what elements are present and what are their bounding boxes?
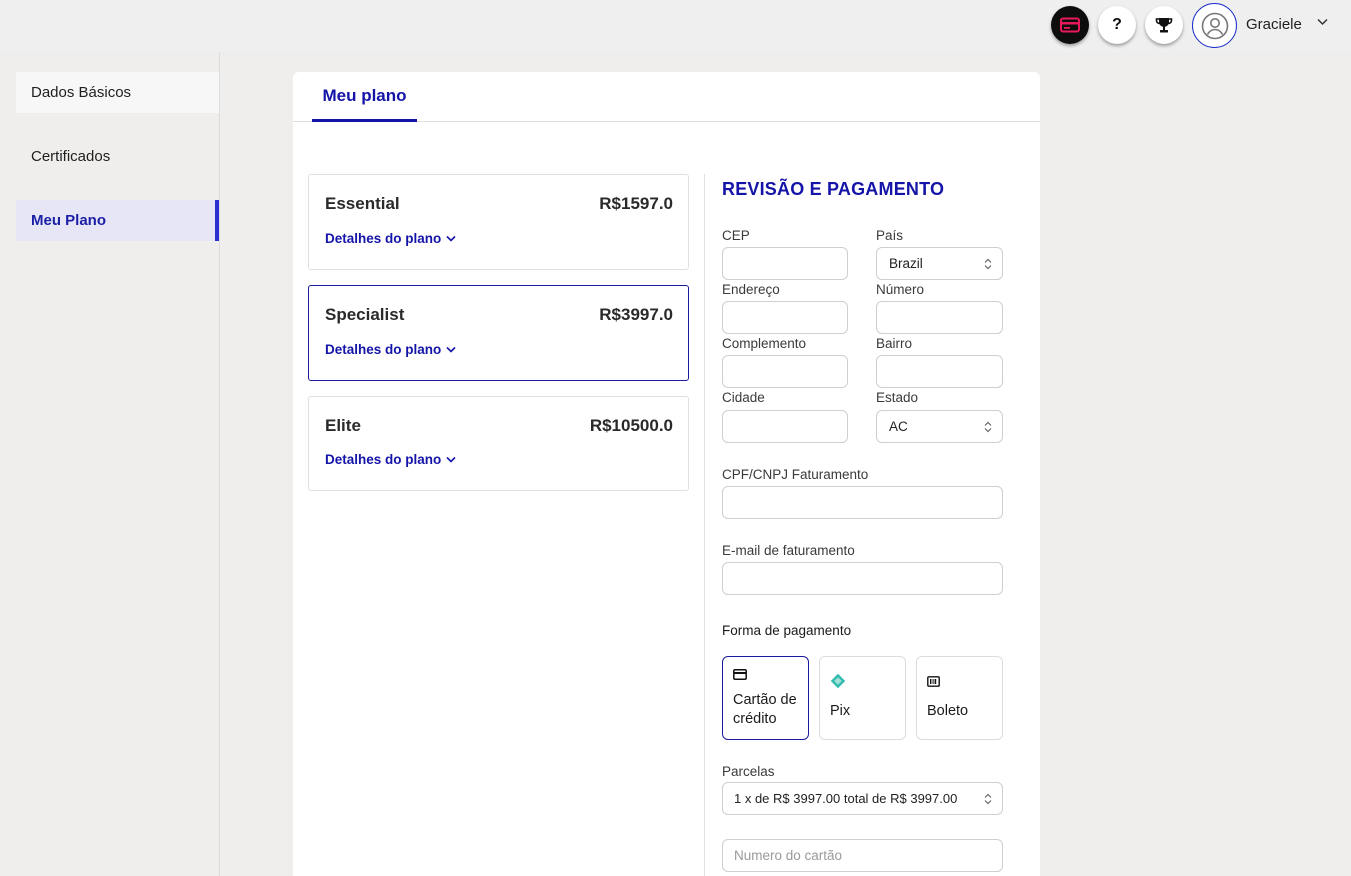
plan-price: R$3997.0 [599, 305, 673, 324]
estado-value: AC [889, 419, 908, 434]
plan-price: R$1597.0 [599, 194, 673, 213]
trophy-icon [1155, 18, 1173, 33]
sidebar-item-label: Meu Plano [31, 212, 107, 229]
pix-icon [830, 673, 846, 689]
cep-field[interactable] [722, 247, 848, 280]
sidebar-item-dados-basicos[interactable]: Dados Básicos [16, 72, 219, 113]
complemento-label: Complemento [722, 336, 807, 351]
payment-method-label: crédito [733, 711, 777, 727]
achievements-button[interactable] [1145, 6, 1183, 44]
sidebar-item-meu-plano[interactable]: Meu Plano [16, 200, 219, 241]
card-icon [1060, 17, 1080, 33]
cidade-label: Cidade [722, 390, 765, 405]
plan-card-elite[interactable]: Elite R$10500.0 Detalhes do plano [308, 396, 689, 491]
payment-method-pix[interactable]: Pix [819, 656, 906, 740]
parcelas-label: Parcelas [722, 764, 775, 779]
user-name[interactable]: Graciele [1246, 16, 1302, 33]
plan-details-link[interactable]: Detalhes do plano [325, 342, 456, 357]
cidade-field[interactable] [722, 410, 848, 443]
column-divider [704, 174, 705, 876]
estado-select[interactable]: AC [876, 410, 1003, 443]
payment-section-title: REVISÃO E PAGAMENTO [722, 179, 945, 199]
avatar[interactable] [1192, 3, 1237, 48]
payment-method-credit-card[interactable]: Cartão de crédito [722, 656, 809, 740]
email-label: E-mail de faturamento [722, 543, 855, 558]
email-field[interactable] [722, 562, 1003, 595]
select-arrows-icon [984, 258, 992, 270]
user-avatar-icon [1201, 12, 1228, 39]
sidebar-item-label: Dados Básicos [31, 84, 132, 101]
sidebar-item-label: Certificados [31, 148, 111, 165]
endereco-label: Endereço [722, 282, 780, 297]
tab-meu-plano[interactable]: Meu plano [312, 72, 417, 122]
endereco-field[interactable] [722, 301, 848, 334]
plan-card-essential[interactable]: Essential R$1597.0 Detalhes do plano [308, 174, 689, 270]
plan-name: Elite [325, 416, 361, 435]
help-icon: ? [1112, 16, 1122, 33]
forma-pagamento-label: Forma de pagamento [722, 623, 852, 638]
estado-label: Estado [876, 390, 919, 405]
chevron-down-icon[interactable] [1317, 18, 1328, 26]
cep-label: CEP [722, 228, 750, 243]
pais-value: Brazil [889, 256, 923, 271]
complemento-field[interactable] [722, 355, 848, 388]
plan-details-label: Detalhes do plano [325, 231, 442, 246]
numero-label: Número [876, 282, 925, 297]
help-button[interactable]: ? [1098, 6, 1136, 44]
plan-details-link[interactable]: Detalhes do plano [325, 452, 456, 467]
chevron-down-icon [446, 235, 456, 242]
cpf-field[interactable] [722, 486, 1003, 519]
chevron-down-icon [446, 346, 456, 353]
numero-field[interactable] [876, 301, 1003, 334]
bairro-field[interactable] [876, 355, 1003, 388]
select-arrows-icon [984, 421, 992, 433]
card-number-field[interactable] [722, 839, 1003, 872]
sidebar: Dados Básicos Certificados Meu Plano [0, 52, 220, 876]
pais-label: País [876, 228, 904, 243]
payment-method-label: Pix [830, 703, 851, 719]
card-icon-button[interactable] [1051, 6, 1089, 44]
plan-name: Essential [325, 194, 400, 213]
plan-details-label: Detalhes do plano [325, 452, 442, 467]
payment-method-boleto[interactable]: Boleto [916, 656, 1003, 740]
chevron-down-icon [446, 456, 456, 463]
plan-details-link[interactable]: Detalhes do plano [325, 231, 456, 246]
plan-card-specialist[interactable]: Specialist R$3997.0 Detalhes do plano [308, 285, 689, 381]
parcelas-select[interactable]: 1 x de R$ 3997.00 total de R$ 3997.00 [722, 782, 1003, 815]
top-bar: ? Graciele [0, 0, 1351, 52]
main-card: Meu plano Essential R$1597.0 Detalhes do… [293, 72, 1040, 876]
bairro-label: Bairro [876, 336, 913, 351]
payment-method-label: Boleto [927, 703, 969, 719]
plan-name: Specialist [325, 305, 405, 324]
sidebar-item-certificados[interactable]: Certificados [16, 136, 219, 177]
parcelas-value: 1 x de R$ 3997.00 total de R$ 3997.00 [734, 791, 958, 806]
plan-details-label: Detalhes do plano [325, 342, 442, 357]
boleto-icon [927, 676, 940, 687]
cpf-label: CPF/CNPJ Faturamento [722, 467, 869, 482]
tab-bar: Meu plano [293, 72, 1040, 122]
pais-select[interactable]: Brazil [876, 247, 1003, 280]
plan-price: R$10500.0 [589, 416, 673, 435]
payment-method-label: Cartão de [733, 692, 797, 708]
select-arrows-icon [984, 793, 992, 805]
credit-card-icon [733, 669, 747, 680]
